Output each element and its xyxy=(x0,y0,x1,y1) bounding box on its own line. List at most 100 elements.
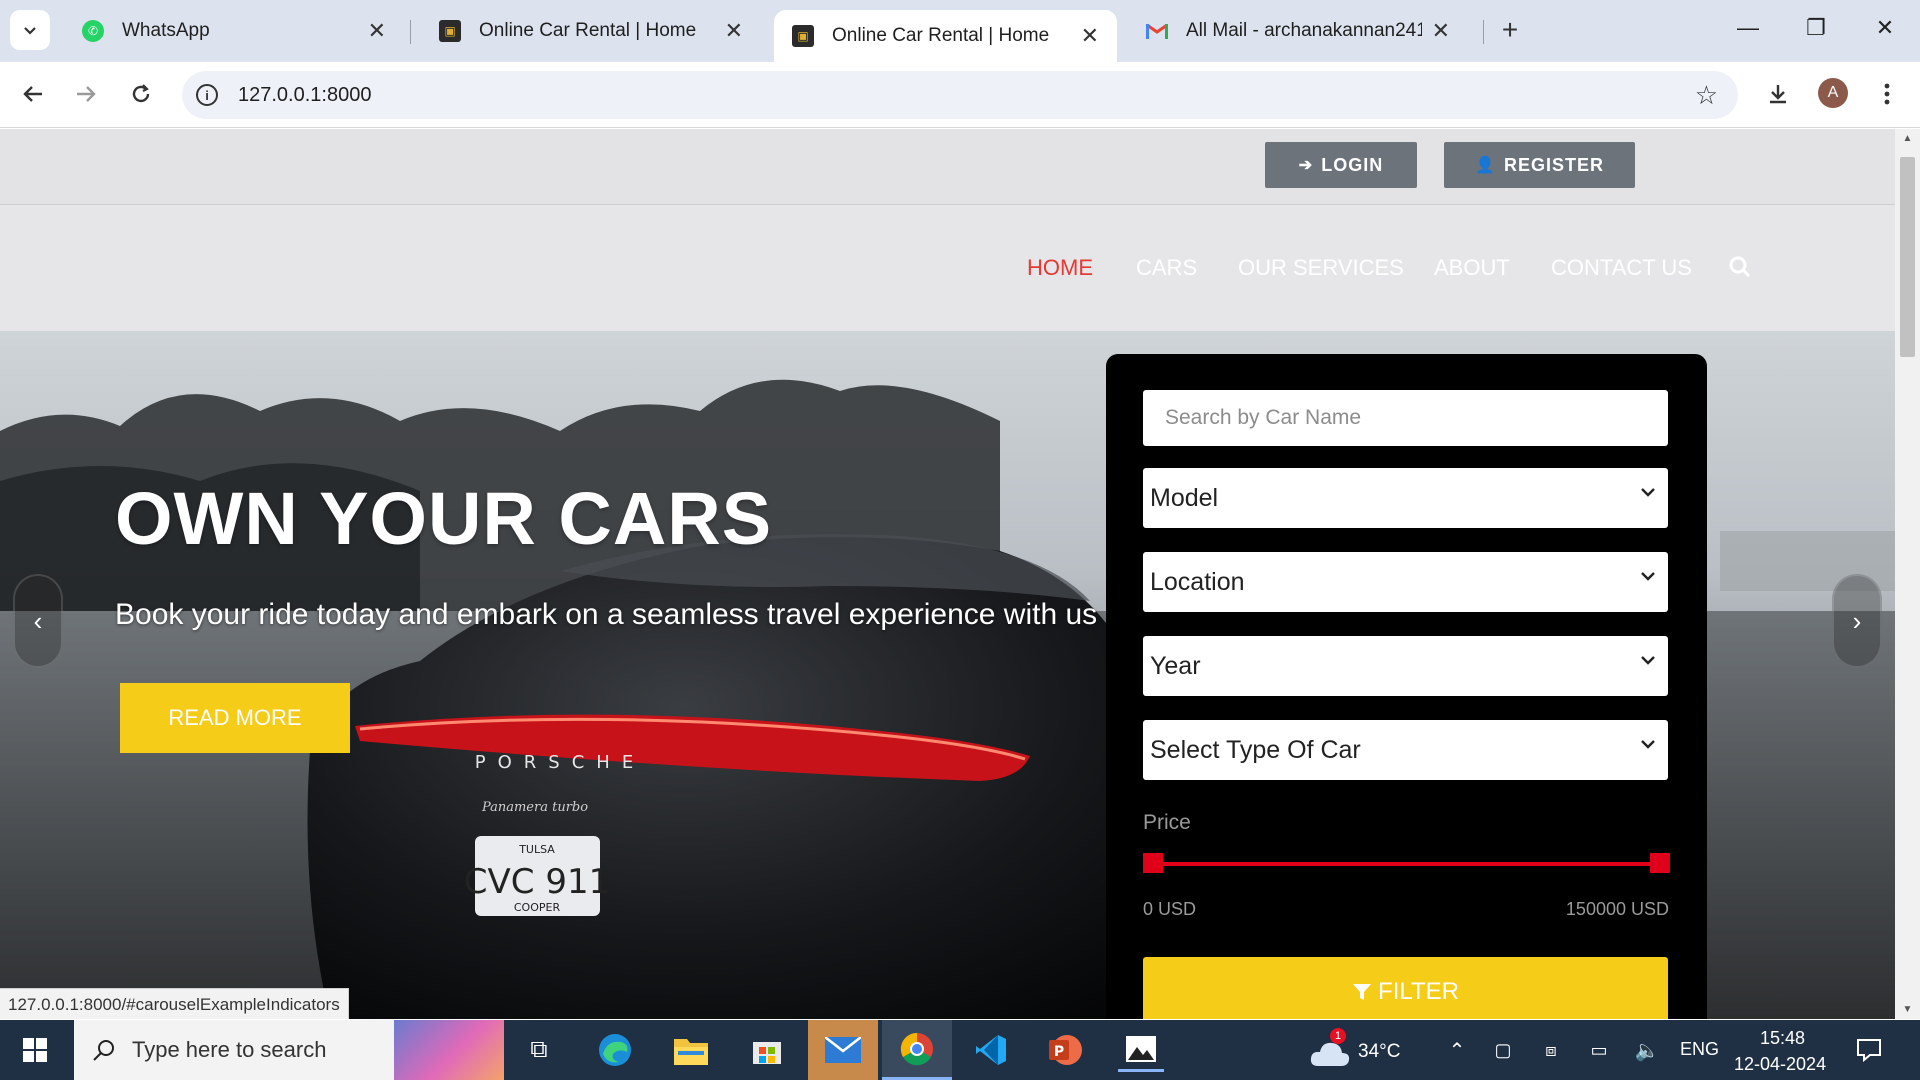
tab-gmail[interactable]: All Mail - archanakannan2412@ ✕ xyxy=(1128,10,1468,52)
login-label: LOGIN xyxy=(1321,154,1384,175)
filter-icon xyxy=(1353,984,1372,1000)
taskbar-search-placeholder: Type here to search xyxy=(132,1037,327,1062)
search-icon[interactable] xyxy=(1728,255,1752,284)
read-more-button[interactable]: READ MORE xyxy=(120,683,350,753)
tab-car-rental-1[interactable]: ▣ Online Car Rental | Home ✕ xyxy=(421,10,761,52)
more-vertical-icon xyxy=(1884,83,1890,105)
license-plate-top-text: TULSA xyxy=(518,843,555,856)
login-icon: ➔ xyxy=(1298,157,1314,174)
car-name-search-input[interactable]: Search by Car Name xyxy=(1143,390,1668,446)
bookmark-star-icon[interactable]: ☆ xyxy=(1695,80,1718,111)
profile-avatar[interactable]: A xyxy=(1818,78,1848,108)
file-explorer-icon[interactable] xyxy=(668,1028,714,1072)
download-button[interactable] xyxy=(1758,74,1798,114)
reload-icon xyxy=(132,84,150,103)
close-icon[interactable]: ✕ xyxy=(1081,23,1099,49)
price-range-track[interactable] xyxy=(1151,862,1654,866)
task-view-icon[interactable]: ⧉ xyxy=(516,1028,562,1072)
search-icon xyxy=(93,1040,114,1061)
notifications-icon[interactable] xyxy=(1846,1028,1892,1072)
chevron-down-icon xyxy=(1641,572,1655,581)
photos-icon[interactable] xyxy=(1118,1028,1164,1072)
filter-button[interactable]: FILTER xyxy=(1143,957,1668,1019)
page-scrollbar[interactable]: ▲ ▼ xyxy=(1895,129,1920,1019)
model-select-value: Model xyxy=(1150,483,1219,512)
battery-icon[interactable]: ▭ xyxy=(1576,1028,1622,1072)
vscode-icon[interactable] xyxy=(968,1028,1014,1072)
restore-button[interactable]: ❐ xyxy=(1786,8,1846,48)
browser-menu-button[interactable] xyxy=(1867,74,1907,114)
address-bar[interactable]: i 127.0.0.1:8000 ☆ xyxy=(182,71,1738,119)
tab-title: Online Car Rental | Home xyxy=(479,20,697,41)
scrollbar-thumb[interactable] xyxy=(1900,157,1915,357)
carousel-next-button[interactable]: › xyxy=(1832,574,1882,668)
url-text[interactable]: 127.0.0.1:8000 xyxy=(238,84,371,107)
close-icon[interactable]: ✕ xyxy=(1432,18,1450,44)
license-plate-bottom-text: COOPER xyxy=(514,901,561,914)
windows-taskbar: Type here to search ⧉ P 1 34°C ⌃ ▢ ⧈ ▭ 🔈… xyxy=(0,1020,1920,1080)
nav-our-services[interactable]: OUR SERVICES xyxy=(1238,255,1404,281)
site-info-icon[interactable]: i xyxy=(196,84,218,106)
chevron-down-icon xyxy=(24,27,36,35)
location-select[interactable]: Location xyxy=(1143,552,1668,612)
windows-logo-icon xyxy=(23,1038,47,1062)
nav-about[interactable]: ABOUT xyxy=(1434,255,1510,281)
tab-search-button[interactable] xyxy=(10,10,50,50)
taskbar-search-box[interactable]: Type here to search xyxy=(74,1020,504,1080)
weather-widget[interactable]: 1 34°C xyxy=(1308,1028,1418,1072)
nav-contact-us[interactable]: CONTACT US xyxy=(1551,255,1692,281)
svg-text:P: P xyxy=(1054,1044,1064,1060)
carousel-prev-button[interactable]: ‹ xyxy=(13,574,63,668)
scroll-up-arrow[interactable]: ▲ xyxy=(1895,133,1920,144)
model-select[interactable]: Model xyxy=(1143,468,1668,528)
clock-date[interactable]: 12-04-2024 xyxy=(1734,1054,1826,1075)
minimize-button[interactable]: — xyxy=(1718,8,1778,48)
meet-now-icon[interactable]: ▢ xyxy=(1480,1028,1526,1072)
browser-toolbar: i 127.0.0.1:8000 ☆ A xyxy=(0,62,1920,128)
license-plate-text: CVC 911 xyxy=(464,862,610,902)
new-tab-button[interactable]: + xyxy=(1492,12,1528,48)
nav-cars[interactable]: CARS xyxy=(1136,255,1197,281)
weather-badge: 1 xyxy=(1330,1028,1346,1044)
scroll-down-arrow[interactable]: ▼ xyxy=(1895,1004,1920,1015)
chevron-right-icon: › xyxy=(1852,605,1862,636)
chrome-icon[interactable] xyxy=(882,1020,952,1080)
nav-home[interactable]: HOME xyxy=(1027,255,1093,281)
edge-icon[interactable] xyxy=(592,1028,638,1072)
start-button[interactable] xyxy=(12,1028,58,1072)
arrow-right-icon xyxy=(77,86,96,102)
car-type-select[interactable]: Select Type Of Car xyxy=(1143,720,1668,780)
hero-subtitle: Book your ride today and embark on a sea… xyxy=(115,598,1098,631)
tab-whatsapp[interactable]: ✆ WhatsApp ✕ xyxy=(64,10,404,52)
chevron-up-icon[interactable]: ⌃ xyxy=(1434,1028,1480,1072)
volume-icon[interactable]: 🔈 xyxy=(1624,1028,1670,1072)
download-icon xyxy=(1770,85,1786,104)
register-button[interactable]: 👤 REGISTER xyxy=(1444,142,1635,188)
clock-time[interactable]: 15:48 xyxy=(1760,1028,1805,1049)
price-label: Price xyxy=(1143,811,1191,834)
close-icon[interactable]: ✕ xyxy=(368,18,386,44)
price-max-handle[interactable] xyxy=(1650,853,1670,873)
forward-button[interactable] xyxy=(66,74,106,114)
reload-button[interactable] xyxy=(121,74,161,114)
chevron-down-icon xyxy=(1641,488,1655,497)
tab-car-rental-active[interactable]: ▣ Online Car Rental | Home ✕ xyxy=(774,10,1117,62)
price-min-value: 0 USD xyxy=(1143,899,1197,919)
top-auth-bar: ➔ LOGIN 👤 REGISTER xyxy=(0,129,1895,205)
language-indicator[interactable]: ENG xyxy=(1680,1039,1719,1060)
login-button[interactable]: ➔ LOGIN xyxy=(1265,142,1417,188)
display-icon[interactable]: ⧈ xyxy=(1528,1028,1574,1072)
browser-tab-bar: ✆ WhatsApp ✕ ▣ Online Car Rental | Home … xyxy=(0,0,1920,62)
close-window-button[interactable]: ✕ xyxy=(1855,8,1915,48)
back-button[interactable] xyxy=(13,74,53,114)
tab-separator xyxy=(410,20,411,44)
chevron-down-icon xyxy=(1641,740,1655,749)
price-min-handle[interactable] xyxy=(1143,853,1163,873)
close-icon[interactable]: ✕ xyxy=(725,18,743,44)
microsoft-store-icon[interactable] xyxy=(744,1028,790,1072)
powerpoint-icon[interactable]: P xyxy=(1042,1028,1088,1072)
tab-separator xyxy=(1483,20,1484,44)
mail-icon[interactable] xyxy=(808,1020,878,1080)
year-select[interactable]: Year xyxy=(1143,636,1668,696)
link-status-bar: 127.0.0.1:8000/#carouselExampleIndicator… xyxy=(0,988,349,1019)
